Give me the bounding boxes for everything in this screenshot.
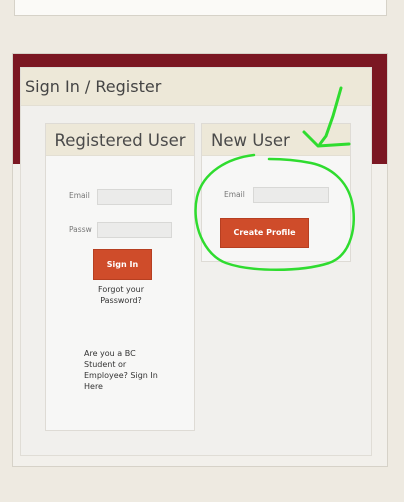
password-field[interactable] <box>97 222 172 238</box>
registered-user-box: Registered User Email Passw Sign In Forg… <box>45 123 195 431</box>
bc-line-1: Are you a BC <box>84 349 136 358</box>
create-profile-button[interactable]: Create Profile <box>220 218 309 248</box>
previous-card <box>14 0 387 16</box>
registered-user-title: Registered User <box>54 131 186 150</box>
email-label: Email <box>69 191 90 200</box>
forgot-password-link[interactable]: Forgot your Password? <box>80 284 162 306</box>
email-field[interactable] <box>97 189 172 205</box>
new-email-field[interactable] <box>253 187 329 203</box>
new-email-label: Email <box>224 190 245 199</box>
panel-title: Sign In / Register <box>25 77 162 96</box>
password-label: Passw <box>69 225 92 234</box>
new-user-header: New User <box>202 124 350 156</box>
forgot-line-2: Password? <box>100 296 142 305</box>
registered-user-header: Registered User <box>46 124 194 156</box>
bc-sign-in-link[interactable]: Employee? Sign In <box>84 371 158 380</box>
forgot-line-1: Forgot your <box>98 285 144 294</box>
sign-in-button[interactable]: Sign In <box>93 249 152 280</box>
sign-in-register-panel: Sign In / Register Registered User Email… <box>20 67 372 456</box>
new-user-box: New User Email Create Profile <box>201 123 351 262</box>
new-user-title: New User <box>211 131 290 150</box>
bc-line-2: Student or <box>84 360 127 369</box>
panel-header: Sign In / Register <box>21 68 371 106</box>
bc-sign-in-text: Are you a BC Student or Employee? Sign I… <box>84 348 176 392</box>
bc-here-link[interactable]: Here <box>84 382 103 391</box>
